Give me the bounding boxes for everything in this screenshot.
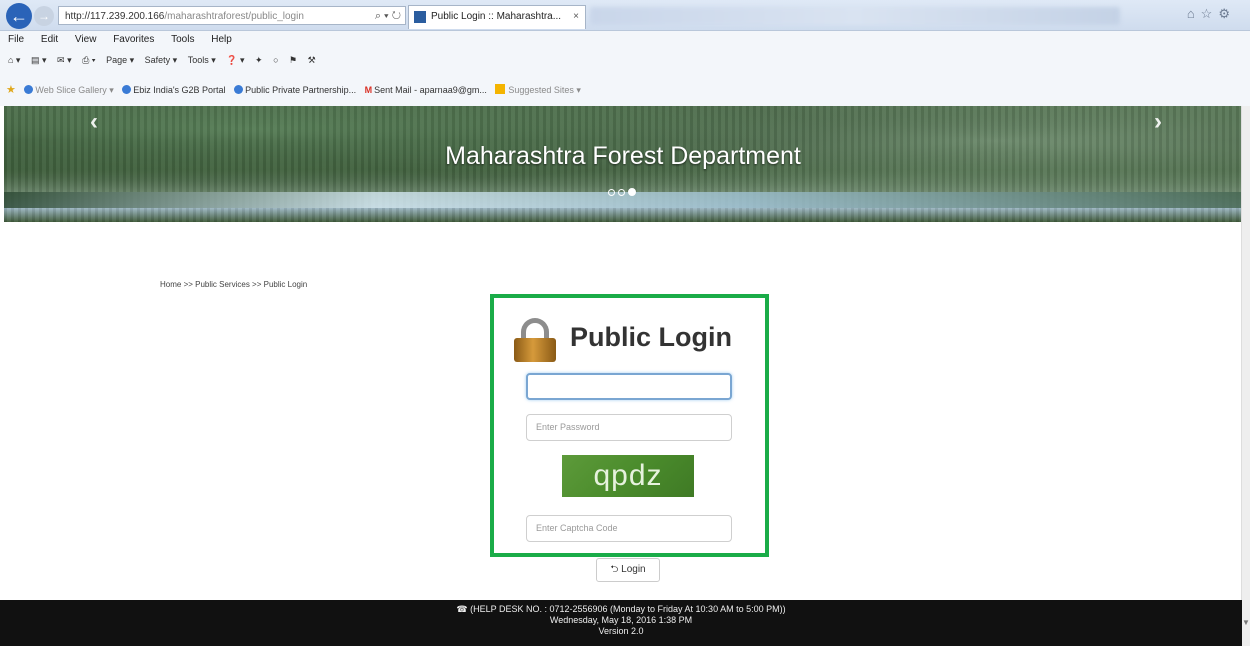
captcha-field[interactable]: Enter Captcha Code bbox=[526, 515, 732, 542]
menu-bar: File Edit View Favorites Tools Help bbox=[0, 31, 238, 49]
feeds-icon[interactable]: ▤ ▾ bbox=[31, 50, 47, 70]
login-title: Public Login bbox=[570, 322, 732, 352]
ie-page-icon bbox=[24, 85, 34, 94]
fav-gmail[interactable]: M Sent Mail - aparnaa9@gm... bbox=[365, 80, 487, 100]
fav-ppp-label: Public Private Partnership... bbox=[245, 85, 357, 95]
address-host: http://117.239.200.166 bbox=[65, 11, 165, 22]
footer-datetime: Wednesday, May 18, 2016 1:38 PM bbox=[549, 615, 693, 625]
favorites-star-icon[interactable]: ★ bbox=[6, 84, 16, 96]
fav-ebiz-label: Ebiz India's G2B Portal bbox=[133, 85, 226, 95]
address-controls[interactable]: ⌕ ▾ ↻ bbox=[375, 7, 401, 24]
fav-web-slice-label: Web Slice Gallery ▾ bbox=[35, 85, 114, 95]
favorites-bar: ★ Web Slice Gallery ▾ Ebiz India's G2B P… bbox=[0, 80, 1250, 100]
fav-ebiz[interactable]: Ebiz India's G2B Portal bbox=[122, 80, 226, 100]
bing-icon bbox=[495, 84, 506, 94]
carousel-dot-1[interactable] bbox=[608, 189, 615, 196]
username-field[interactable] bbox=[526, 373, 732, 400]
fav-web-slice[interactable]: Web Slice Gallery ▾ bbox=[24, 80, 114, 100]
carousel-next-arrow-icon[interactable]: › bbox=[1154, 108, 1162, 136]
home-favorites-settings-icons[interactable]: ⌂☆⚙ bbox=[1187, 6, 1236, 22]
footer-version: Version 2.0 bbox=[598, 626, 644, 636]
gmail-icon: M bbox=[364, 85, 373, 95]
helpdesk-text: ☎ (HELP DESK NO. : 0712-2556906 (Monday … bbox=[456, 604, 786, 614]
tools-menu[interactable]: Tools ▾ bbox=[188, 50, 216, 70]
captcha-image: qpdz bbox=[562, 455, 694, 497]
menu-tools[interactable]: Tools bbox=[171, 34, 194, 45]
help-icon[interactable]: ❓ ▾ bbox=[226, 50, 244, 70]
forward-button[interactable]: → bbox=[34, 6, 54, 26]
login-button[interactable]: ⮌ Login bbox=[596, 558, 660, 582]
page-scrollbar[interactable] bbox=[1241, 106, 1250, 646]
forest-banner-carousel: ‹ › Maharashtra Forest Department bbox=[4, 106, 1242, 222]
carousel-prev-arrow-icon[interactable]: ‹ bbox=[90, 108, 98, 136]
banner-title: Maharashtra Forest Department bbox=[445, 142, 801, 170]
menu-edit[interactable]: Edit bbox=[41, 34, 58, 45]
research-icon[interactable]: ⚒ bbox=[308, 50, 316, 70]
carousel-dot-2[interactable] bbox=[618, 189, 625, 196]
address-bar[interactable]: http://117.239.200.166/maharashtraforest… bbox=[58, 6, 406, 25]
ie-page-icon bbox=[234, 85, 244, 94]
fav-suggested[interactable]: Suggested Sites ▾ bbox=[495, 80, 581, 100]
mail-icon[interactable]: ✉ ▾ bbox=[57, 50, 72, 70]
footer: ☎ (HELP DESK NO. : 0712-2556906 (Monday … bbox=[0, 600, 1242, 646]
fav-gmail-label: Sent Mail - aparnaa9@gm... bbox=[374, 85, 487, 95]
page-menu[interactable]: Page ▾ bbox=[106, 50, 134, 70]
page-favicon-icon bbox=[414, 11, 426, 23]
flag-icon[interactable]: ⚑ bbox=[289, 50, 297, 70]
ie-page-icon bbox=[122, 85, 132, 94]
circle-icon[interactable]: ○ bbox=[273, 50, 278, 70]
scroll-down-icon[interactable]: ▼ bbox=[1242, 618, 1250, 627]
carousel-indicators bbox=[608, 183, 639, 201]
print-icon[interactable]: ⎙ ▾ bbox=[82, 50, 95, 70]
menu-help[interactable]: Help bbox=[211, 34, 232, 45]
tab-title: Public Login :: Maharashtra... bbox=[431, 11, 562, 22]
password-field[interactable]: Enter Password bbox=[526, 414, 732, 441]
carousel-dot-3[interactable] bbox=[628, 188, 636, 196]
fav-ppp[interactable]: Public Private Partnership... bbox=[234, 80, 356, 100]
home-icon[interactable]: ⌂ ▾ bbox=[8, 50, 20, 70]
breadcrumb: Home >> Public Services >> Public Login bbox=[160, 280, 308, 289]
menu-favorites[interactable]: Favorites bbox=[113, 34, 154, 45]
fav-suggested-label: Suggested Sites ▾ bbox=[508, 85, 581, 95]
addon-icon[interactable]: ✦ bbox=[255, 50, 263, 70]
tab-close-icon[interactable]: × bbox=[573, 6, 579, 28]
menu-file[interactable]: File bbox=[8, 34, 24, 45]
back-button[interactable]: ← bbox=[6, 3, 32, 29]
browser-titlebar: ← → http://117.239.200.166/maharashtrafo… bbox=[0, 0, 1250, 31]
command-bar: ⌂ ▾ ▤ ▾ ✉ ▾ ⎙ ▾ Page ▾ Safety ▾ Tools ▾ … bbox=[0, 50, 1250, 70]
menu-view[interactable]: View bbox=[75, 34, 97, 45]
address-path: /maharashtraforest/public_login bbox=[164, 11, 304, 22]
padlock-icon bbox=[514, 318, 556, 362]
blurred-tabs bbox=[590, 7, 1120, 25]
browser-tab-active[interactable]: Public Login :: Maharashtra... × bbox=[408, 5, 586, 29]
safety-menu[interactable]: Safety ▾ bbox=[145, 50, 178, 70]
browser-chrome: ← → http://117.239.200.166/maharashtrafo… bbox=[0, 0, 1250, 106]
